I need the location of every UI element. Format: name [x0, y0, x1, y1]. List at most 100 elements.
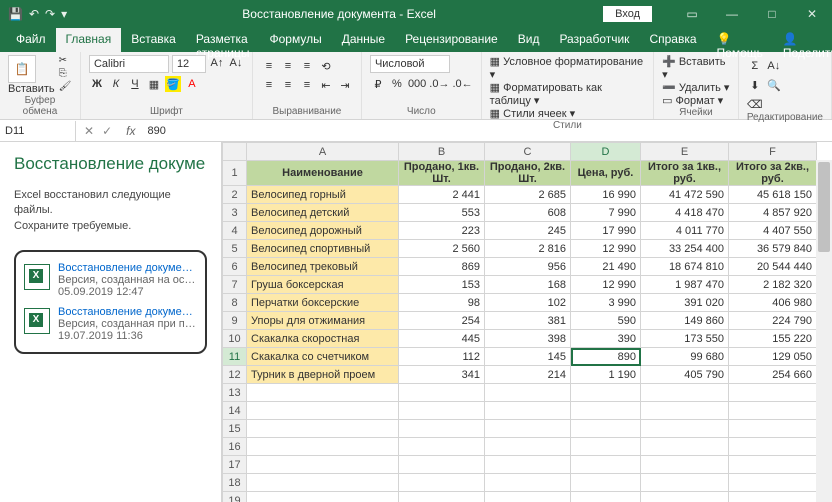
- cell-C2[interactable]: 2 685: [485, 186, 571, 204]
- cell-A9[interactable]: Упоры для отжимания: [247, 312, 399, 330]
- font-size-combo[interactable]: 12: [172, 55, 206, 73]
- sort-icon[interactable]: A↓: [766, 58, 782, 74]
- fx-icon[interactable]: fx: [120, 124, 141, 138]
- inc-decimal-icon[interactable]: .0→: [429, 76, 449, 92]
- cell-B9[interactable]: 254: [399, 312, 485, 330]
- cell-E10[interactable]: 173 550: [641, 330, 729, 348]
- row-header-15[interactable]: 15: [223, 420, 247, 438]
- underline-button[interactable]: Ч: [127, 76, 143, 92]
- row-header-11[interactable]: 11: [223, 348, 247, 366]
- delete-cells-button[interactable]: ➖ Удалить ▾: [662, 81, 730, 94]
- column-header-B[interactable]: B: [399, 143, 485, 161]
- cell-F3[interactable]: 4 857 920: [729, 204, 817, 222]
- cell-D2[interactable]: 16 990: [571, 186, 641, 204]
- cell-D15[interactable]: [571, 420, 641, 438]
- header-cell[interactable]: Продано, 1кв. Шт.: [399, 161, 485, 186]
- cell-F16[interactable]: [729, 438, 817, 456]
- cell-E6[interactable]: 18 674 810: [641, 258, 729, 276]
- cell-C11[interactable]: 145: [485, 348, 571, 366]
- save-icon[interactable]: 💾: [8, 7, 23, 21]
- tab-поделиться[interactable]: 👤 Поделиться: [773, 28, 832, 52]
- formula-input[interactable]: 890: [141, 125, 171, 137]
- select-all-corner[interactable]: [223, 143, 247, 161]
- cell-B18[interactable]: [399, 474, 485, 492]
- row-header-17[interactable]: 17: [223, 456, 247, 474]
- font-name-combo[interactable]: Calibri: [89, 55, 169, 73]
- cell-D13[interactable]: [571, 384, 641, 402]
- align-right-icon[interactable]: ≡: [299, 77, 315, 93]
- row-header-12[interactable]: 12: [223, 366, 247, 384]
- cell-F4[interactable]: 4 407 550: [729, 222, 817, 240]
- align-bottom-icon[interactable]: ≡: [299, 58, 315, 74]
- cell-B5[interactable]: 2 560: [399, 240, 485, 258]
- recovery-file-item[interactable]: Восстановление документа…Версия, созданн…: [22, 302, 199, 346]
- row-header-1[interactable]: 1: [223, 161, 247, 186]
- undo-icon[interactable]: ↶: [29, 7, 39, 21]
- ribbon-options-icon[interactable]: ▭: [672, 7, 712, 21]
- fill-icon[interactable]: ⬇: [747, 77, 763, 93]
- cell-C13[interactable]: [485, 384, 571, 402]
- cell-C18[interactable]: [485, 474, 571, 492]
- tab-помощь[interactable]: 💡 Помощь: [707, 28, 773, 52]
- cell-E4[interactable]: 4 011 770: [641, 222, 729, 240]
- paste-button[interactable]: 📋 Вставить: [8, 55, 55, 95]
- cell-D12[interactable]: 1 190: [571, 366, 641, 384]
- tab-вставка[interactable]: Вставка: [121, 28, 186, 52]
- cell-A16[interactable]: [247, 438, 399, 456]
- cell-B15[interactable]: [399, 420, 485, 438]
- column-header-F[interactable]: F: [729, 143, 817, 161]
- cell-B3[interactable]: 553: [399, 204, 485, 222]
- cell-F14[interactable]: [729, 402, 817, 420]
- tab-главная[interactable]: Главная: [56, 28, 122, 52]
- row-header-8[interactable]: 8: [223, 294, 247, 312]
- dec-decimal-icon[interactable]: .0←: [452, 76, 472, 92]
- cell-F6[interactable]: 20 544 440: [729, 258, 817, 276]
- row-header-3[interactable]: 3: [223, 204, 247, 222]
- header-cell[interactable]: Итого за 2кв., руб.: [729, 161, 817, 186]
- vertical-scrollbar[interactable]: [816, 160, 832, 502]
- maximize-icon[interactable]: □: [752, 7, 792, 21]
- header-cell[interactable]: Наименование: [247, 161, 399, 186]
- cell-E15[interactable]: [641, 420, 729, 438]
- cell-D9[interactable]: 590: [571, 312, 641, 330]
- cell-A14[interactable]: [247, 402, 399, 420]
- cell-F12[interactable]: 254 660: [729, 366, 817, 384]
- cell-F18[interactable]: [729, 474, 817, 492]
- cell-C10[interactable]: 398: [485, 330, 571, 348]
- cell-D14[interactable]: [571, 402, 641, 420]
- minimize-icon[interactable]: —: [712, 7, 752, 21]
- cell-B17[interactable]: [399, 456, 485, 474]
- row-header-6[interactable]: 6: [223, 258, 247, 276]
- cell-F2[interactable]: 45 618 150: [729, 186, 817, 204]
- cell-E3[interactable]: 4 418 470: [641, 204, 729, 222]
- cell-A8[interactable]: Перчатки боксерские: [247, 294, 399, 312]
- border-icon[interactable]: ▦: [146, 76, 162, 92]
- cell-B7[interactable]: 153: [399, 276, 485, 294]
- column-header-E[interactable]: E: [641, 143, 729, 161]
- header-cell[interactable]: Цена, руб.: [571, 161, 641, 186]
- cell-A15[interactable]: [247, 420, 399, 438]
- cell-A19[interactable]: [247, 492, 399, 502]
- cell-A11[interactable]: Скакалка со счетчиком: [247, 348, 399, 366]
- cell-A4[interactable]: Велосипед дорожный: [247, 222, 399, 240]
- cell-D3[interactable]: 7 990: [571, 204, 641, 222]
- decrease-font-icon[interactable]: A↓: [228, 55, 244, 71]
- cell-F15[interactable]: [729, 420, 817, 438]
- cell-D4[interactable]: 17 990: [571, 222, 641, 240]
- cell-C17[interactable]: [485, 456, 571, 474]
- fill-color-icon[interactable]: 🪣: [165, 76, 181, 92]
- align-middle-icon[interactable]: ≡: [280, 58, 296, 74]
- cell-C7[interactable]: 168: [485, 276, 571, 294]
- cell-D7[interactable]: 12 990: [571, 276, 641, 294]
- format-painter-icon[interactable]: 🖌: [59, 81, 72, 92]
- header-cell[interactable]: Продано, 2кв. Шт.: [485, 161, 571, 186]
- currency-icon[interactable]: ₽: [370, 76, 386, 92]
- tab-рецензирование[interactable]: Рецензирование: [395, 28, 508, 52]
- comma-icon[interactable]: 000: [408, 76, 426, 92]
- cell-A13[interactable]: [247, 384, 399, 402]
- cell-A12[interactable]: Турник в дверной проем: [247, 366, 399, 384]
- cell-E14[interactable]: [641, 402, 729, 420]
- qat-more-icon[interactable]: ▾: [61, 7, 67, 21]
- cell-F8[interactable]: 406 980: [729, 294, 817, 312]
- row-header-4[interactable]: 4: [223, 222, 247, 240]
